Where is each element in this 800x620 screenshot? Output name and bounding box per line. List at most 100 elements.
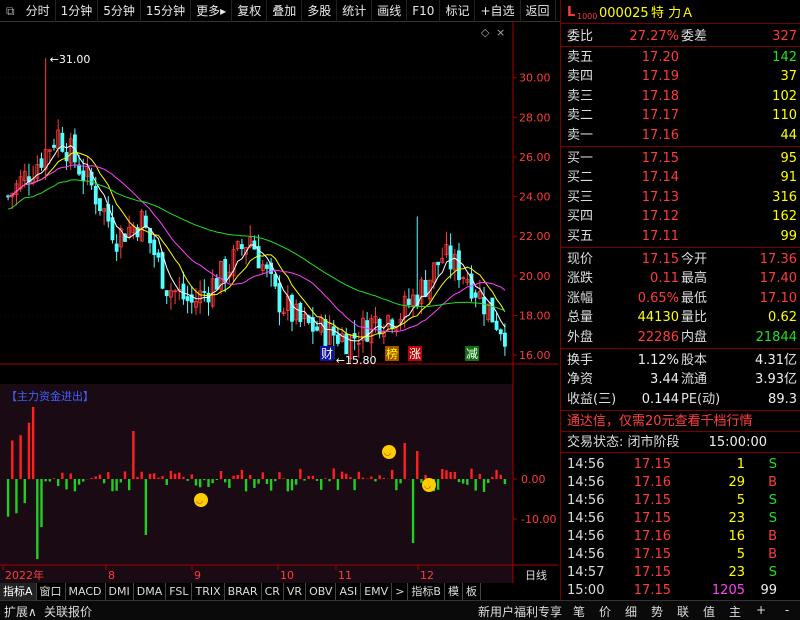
diamond-icon[interactable]: ◇ <box>481 26 490 39</box>
indicator-tab-3[interactable]: DMI <box>106 583 134 600</box>
related-quotes-button[interactable]: 关联报价 <box>44 603 92 620</box>
bottom-nav-0[interactable]: 笔 <box>566 603 592 620</box>
toolbar-item-11[interactable]: 标记 <box>440 0 476 22</box>
ask-volume: 44 <box>780 127 797 143</box>
tick-row-7: 15:00 17.15 1205 99 <box>561 581 800 600</box>
quote-panel: L 1000 000025 特 力Ａ 委比 27.27% 委差 327 卖五 17.20 1… <box>560 0 800 600</box>
toolbar-item-3[interactable]: 15分钟 <box>141 0 192 22</box>
ask-volume: 110 <box>772 108 797 124</box>
candle-body <box>457 250 461 281</box>
expand-button[interactable]: 扩展∧ <box>4 603 37 620</box>
indicator-bar <box>370 476 373 479</box>
price-tick-label: 18.00 <box>519 309 551 322</box>
period-label[interactable]: 日线 <box>525 568 547 582</box>
bottom-nav-8[interactable]: - <box>774 603 800 617</box>
indicator-tab-13[interactable]: > <box>392 583 409 600</box>
indicator-bar <box>203 479 206 481</box>
toolbar-item-9[interactable]: 画线 <box>372 0 408 22</box>
candle-body <box>423 280 428 297</box>
stock-code: 000025 <box>599 6 649 21</box>
indicator-tab-15[interactable]: 模 <box>445 583 463 600</box>
indicator-tab-16[interactable]: 板 <box>463 583 481 600</box>
indicator-bar <box>269 479 273 491</box>
bottom-nav-2[interactable]: 细 <box>618 603 644 620</box>
toolbar-item-12[interactable]: +自选 <box>475 0 521 22</box>
candle-body <box>406 298 411 306</box>
indicator-bar <box>44 479 47 482</box>
indicator-tab-10[interactable]: OBV <box>306 583 337 600</box>
kline-chart-svg[interactable]: 30.00 28.00 26.00 24.00 22.00 20.00 18.00 16.00… <box>0 22 558 583</box>
indicator-bar <box>194 479 198 486</box>
price-tick-label: 20.00 <box>519 270 551 283</box>
xaxis-label: 2022年 <box>5 568 44 582</box>
indicator-bar <box>470 468 473 479</box>
toolbar-item-7[interactable]: 多股 <box>302 0 338 22</box>
indicator-bar <box>307 475 310 479</box>
kline-chart-area[interactable]: 30.00 28.00 26.00 24.00 22.00 20.00 18.00 16.00… <box>0 22 558 583</box>
bottom-nav-5[interactable]: 值 <box>696 603 722 620</box>
toolbar-item-0[interactable]: 分时 <box>21 0 56 22</box>
stat-value: 17.15 <box>641 252 679 267</box>
tick-volume: 23 <box>728 511 745 527</box>
toolbar-item-5[interactable]: 复权 <box>232 0 268 22</box>
toolbar-item-1[interactable]: 1分钟 <box>56 0 99 22</box>
ask-price: 17.20 <box>641 50 679 65</box>
candle-body <box>114 243 119 252</box>
bottom-nav-1[interactable]: 价 <box>592 603 618 620</box>
new-user-promo-link[interactable]: 新用户福利专享 <box>478 603 562 620</box>
toolbar-item-2[interactable]: 5分钟 <box>98 0 141 22</box>
toolbar-item-10[interactable]: F10 <box>407 0 441 22</box>
indicator-tab-5[interactable]: FSL <box>166 583 193 600</box>
candle-body <box>448 245 453 270</box>
indicator-tab-14[interactable]: 指标B <box>408 583 445 600</box>
bid-label: 买二 <box>567 170 594 186</box>
toolbar-item-13[interactable]: 返回 <box>521 0 556 22</box>
event-marker-2[interactable]: 涨 <box>409 346 421 361</box>
tick-side: B <box>768 547 777 563</box>
fund-row-1: 净资 3.44 流通 3.93亿 <box>561 370 800 389</box>
indicator-tab-11[interactable]: ASI <box>336 583 362 600</box>
window-restore-icon[interactable]: ⧉ <box>0 0 21 22</box>
indicator-tab-1[interactable]: 窗口 <box>37 583 66 600</box>
indicator-bar <box>127 479 131 491</box>
indicator-bar <box>324 478 327 479</box>
indicator-bar <box>261 472 264 479</box>
toolbar-item-4[interactable]: 更多▸ <box>191 0 233 22</box>
tick-price: 17.15 <box>633 511 671 527</box>
stat-label-2: 今开 <box>681 252 708 267</box>
indicator-bar <box>132 431 135 479</box>
indicator-tab-6[interactable]: TRIX <box>192 583 225 600</box>
event-marker-1[interactable]: 榜 <box>386 346 398 361</box>
indicator-tab-12[interactable]: EMV <box>361 583 393 600</box>
candle-body <box>152 239 157 256</box>
indicator-bar <box>265 479 269 485</box>
indicator-tab-4[interactable]: DMA <box>134 583 167 600</box>
indicator-bar <box>73 479 77 492</box>
indicator-tab-8[interactable]: CR <box>262 583 284 600</box>
ask-row-3: 卖二 17.17 110 <box>561 106 800 125</box>
indicator-tab-0[interactable]: 指标A <box>0 583 37 600</box>
toolbar-item-8[interactable]: 统计 <box>337 0 373 22</box>
candle-body <box>290 294 294 322</box>
indicator-bar <box>40 479 43 527</box>
indicator-bar <box>178 472 181 479</box>
bottom-nav-7[interactable]: + <box>748 603 774 617</box>
indicator-bar <box>148 473 152 479</box>
bottom-nav-6[interactable]: 主 <box>722 603 748 620</box>
candle-body <box>436 261 441 266</box>
promo-row[interactable]: 通达信，仅需20元查看千档行情 <box>561 412 800 431</box>
bottom-nav-4[interactable]: 联 <box>670 603 696 620</box>
indicator-tab-9[interactable]: VR <box>284 583 307 600</box>
indicator-tab-2[interactable]: MACD <box>66 583 106 600</box>
bottom-nav-3[interactable]: 势 <box>644 603 670 620</box>
toolbar-item-6[interactable]: 叠加 <box>267 0 303 22</box>
ask-label: 卖一 <box>567 127 594 143</box>
candle-body <box>315 326 319 331</box>
close-chart-icon[interactable]: × <box>496 26 505 39</box>
bid-volume: 162 <box>772 209 797 225</box>
ask-label: 卖四 <box>567 69 594 85</box>
event-marker-3[interactable]: 减 <box>466 347 478 361</box>
event-marker-0[interactable]: 财 <box>321 347 333 361</box>
stat-label: 总量 <box>567 310 594 326</box>
indicator-tab-7[interactable]: BRAR <box>225 583 262 600</box>
